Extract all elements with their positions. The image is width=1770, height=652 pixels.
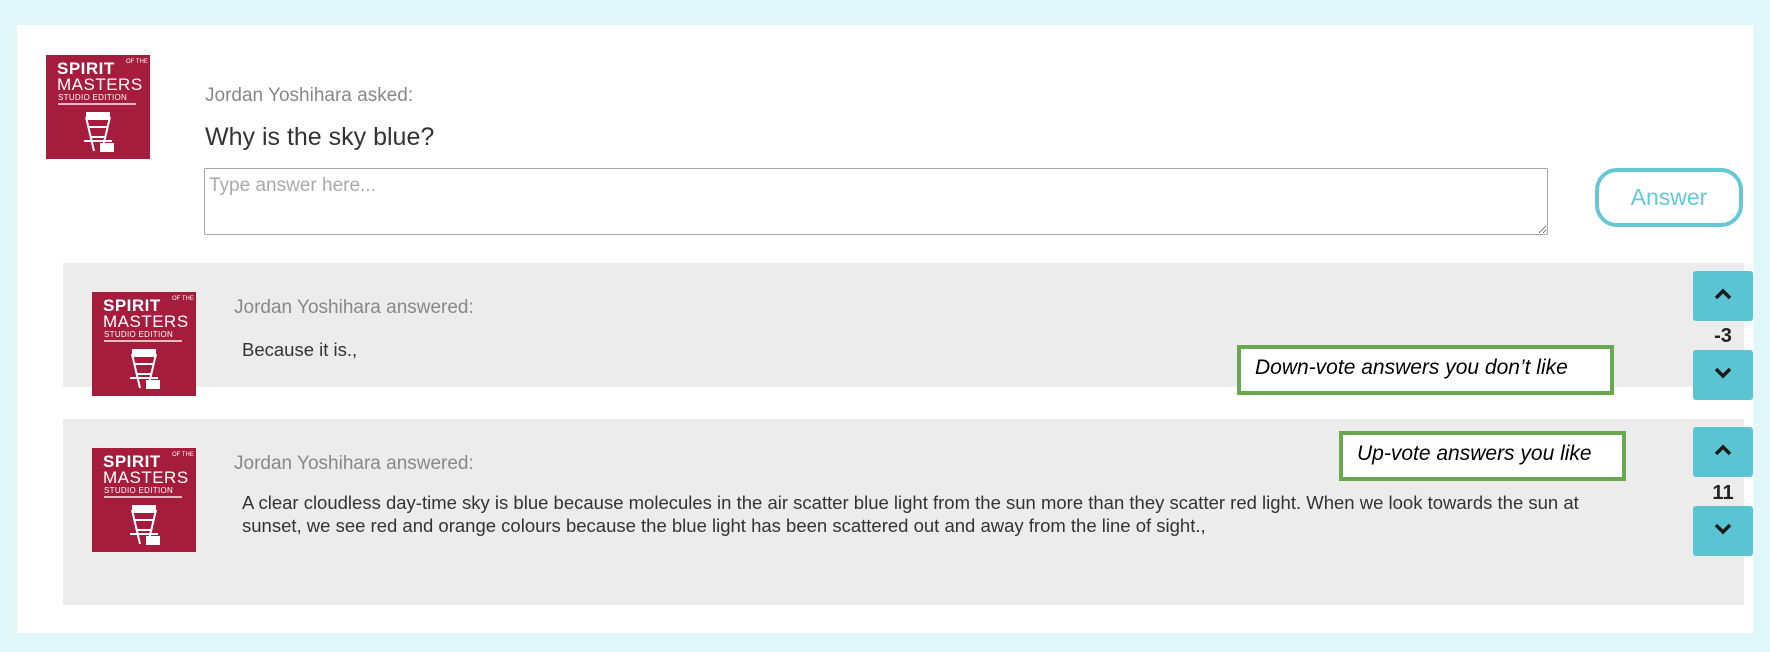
answer-button[interactable]: Answer bbox=[1595, 168, 1743, 227]
asker-avatar: SPIRIT OF THE MASTERS STUDIO EDITION bbox=[46, 55, 150, 159]
upvote-button[interactable] bbox=[1693, 271, 1753, 321]
vote-count: 11 bbox=[1712, 482, 1734, 504]
chevron-up-icon bbox=[1714, 444, 1732, 456]
upvote-button[interactable] bbox=[1693, 427, 1753, 477]
avatar-logo-text: MASTERS bbox=[103, 312, 189, 331]
answerer-avatar: SPIRIT OF THE MASTERS STUDIO EDITION bbox=[92, 292, 196, 396]
avatar-logo-subtext: STUDIO EDITION bbox=[104, 486, 174, 495]
answer-text: A clear cloudless day-time sky is blue b… bbox=[242, 492, 1579, 536]
asker-label: Jordan Yoshihara asked: bbox=[205, 85, 414, 106]
chevron-up-icon bbox=[1714, 288, 1732, 300]
answerer-label: Jordan Yoshihara answered: bbox=[234, 297, 474, 318]
avatar-logo-divider bbox=[104, 340, 182, 342]
avatar-logo-small-text: OF THE bbox=[172, 452, 194, 458]
downvote-callout: Down-vote answers you don’t like bbox=[1237, 345, 1614, 395]
chevron-down-icon bbox=[1714, 523, 1732, 535]
avatar-logo-subtext: STUDIO EDITION bbox=[104, 330, 174, 339]
avatar-logo-divider bbox=[104, 496, 182, 498]
avatar-logo-subtext: STUDIO EDITION bbox=[58, 93, 128, 102]
avatar-logo-small-text: OF THE bbox=[172, 296, 194, 302]
answer-input[interactable] bbox=[204, 168, 1548, 235]
directors-chair-icon bbox=[130, 349, 160, 389]
upvote-callout: Up-vote answers you like bbox=[1339, 431, 1626, 481]
answerer-label: Jordan Yoshihara answered: bbox=[234, 453, 474, 474]
avatar-logo-text: MASTERS bbox=[103, 468, 189, 487]
downvote-button[interactable] bbox=[1693, 506, 1753, 556]
question-card: SPIRIT OF THE MASTERS STUDIO EDITION Jor… bbox=[17, 25, 1753, 633]
directors-chair-icon bbox=[130, 505, 160, 545]
question-title: Why is the sky blue? bbox=[205, 123, 435, 151]
vote-count: -3 bbox=[1714, 325, 1732, 347]
downvote-button[interactable] bbox=[1693, 350, 1753, 400]
directors-chair-icon bbox=[84, 112, 114, 152]
avatar-logo-small-text: OF THE bbox=[126, 59, 148, 65]
answerer-avatar: SPIRIT OF THE MASTERS STUDIO EDITION bbox=[92, 448, 196, 552]
avatar-logo-text: MASTERS bbox=[57, 75, 143, 94]
chevron-down-icon bbox=[1714, 367, 1732, 379]
avatar-logo-divider bbox=[58, 103, 136, 105]
